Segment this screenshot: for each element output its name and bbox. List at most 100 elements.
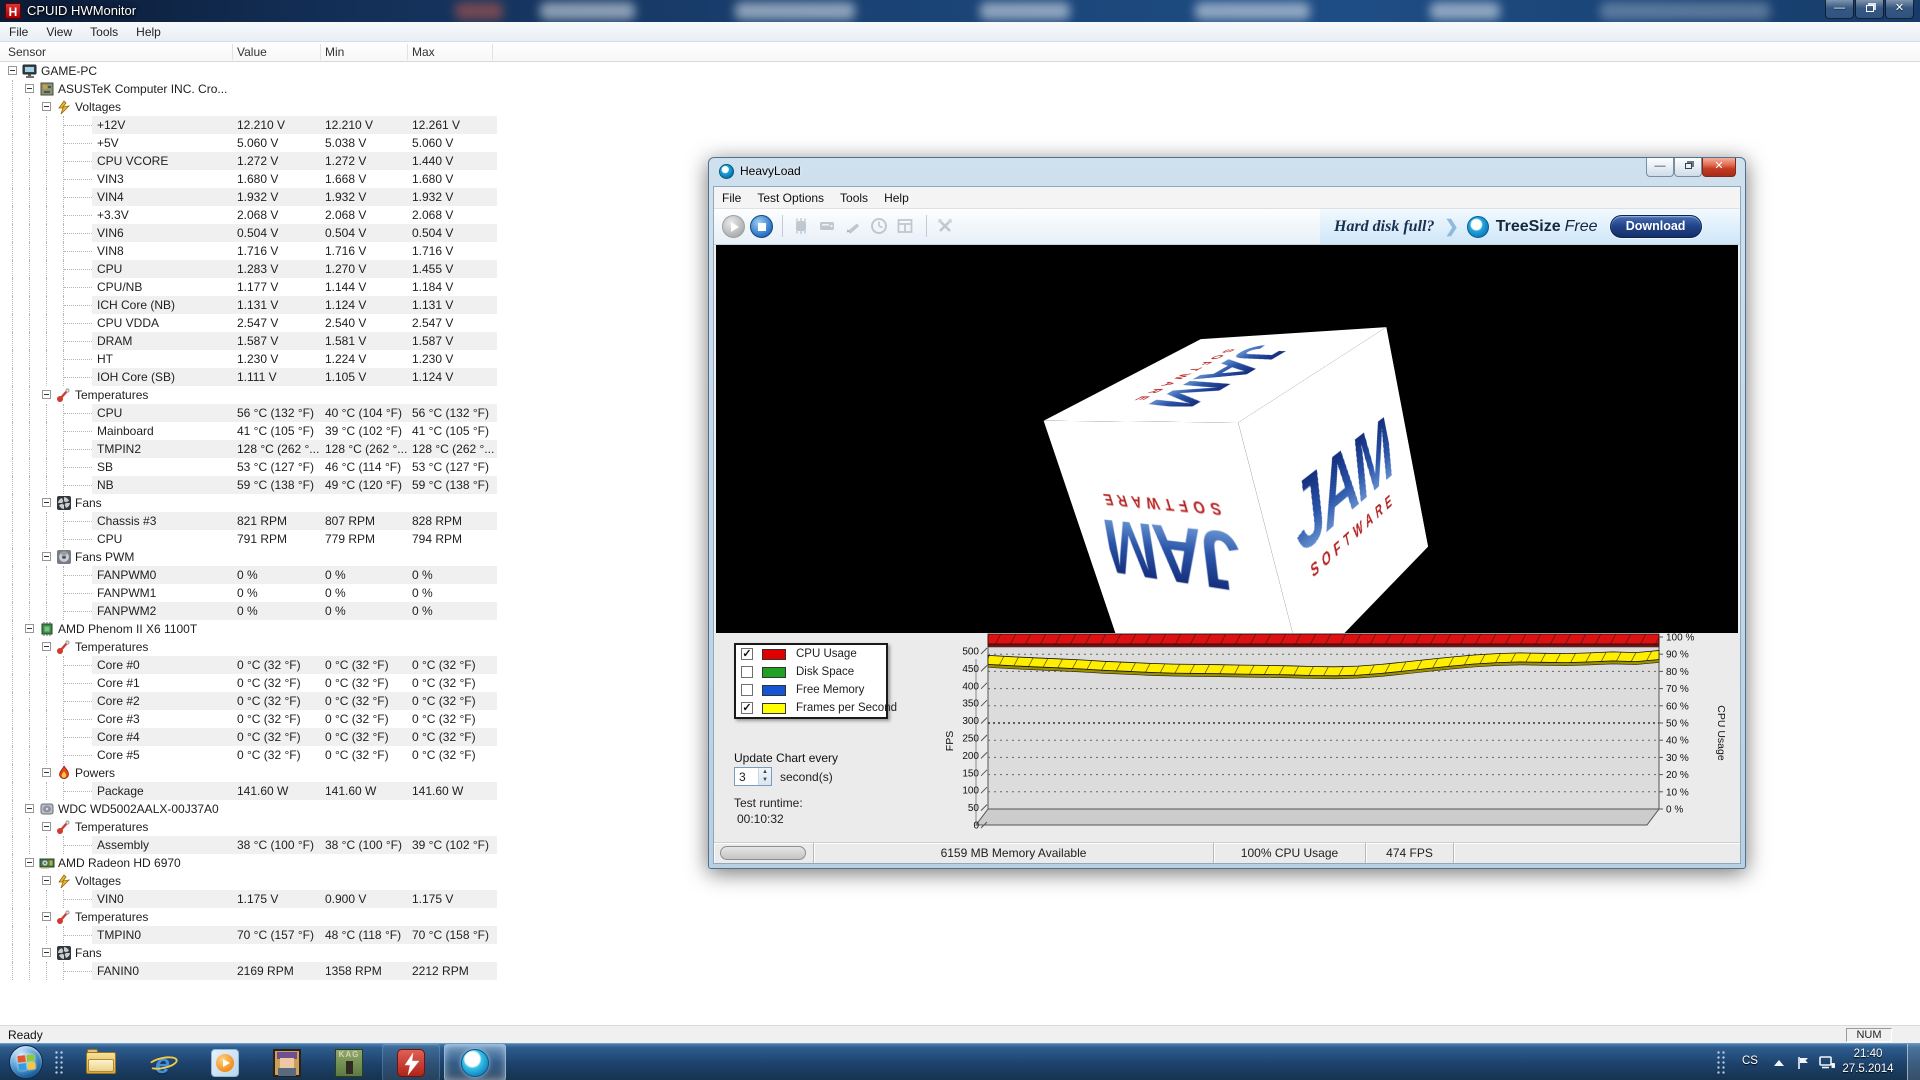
sensor-min: 0 °C (32 °F) xyxy=(325,748,411,762)
expander-minus-icon[interactable] xyxy=(42,642,51,651)
expander-minus-icon[interactable] xyxy=(42,102,51,111)
unchecked-checkbox[interactable] xyxy=(741,684,753,696)
stop-test-button[interactable] xyxy=(750,215,773,238)
write-tempfile-icon[interactable] xyxy=(844,217,862,235)
sensor-min: 0 °C (32 °F) xyxy=(325,676,411,690)
close-button[interactable]: ✕ xyxy=(1885,0,1914,19)
taskbar-explorer-button[interactable] xyxy=(72,1044,130,1080)
menu-test-options[interactable]: Test Options xyxy=(749,187,832,205)
sensor-row[interactable]: VIN01.175 V0.900 V1.175 V xyxy=(0,890,1920,908)
tree-guide xyxy=(12,170,13,188)
action-center-button[interactable] xyxy=(1796,1055,1812,1080)
group-row[interactable]: Voltages xyxy=(0,98,1920,116)
sensor-row[interactable]: +5V5.060 V5.038 V5.060 V xyxy=(0,134,1920,152)
settings-wrench-icon[interactable] xyxy=(936,217,954,235)
language-indicator[interactable]: CS xyxy=(1742,1055,1758,1080)
show-desktop-button[interactable] xyxy=(1907,1044,1920,1080)
column-separator[interactable] xyxy=(320,44,321,60)
menu-tools[interactable]: Tools xyxy=(832,187,876,205)
column-separator[interactable] xyxy=(232,44,233,60)
sensor-label: Core #3 xyxy=(97,712,140,726)
taskbar-kag-button[interactable]: KAG xyxy=(320,1044,378,1080)
temperature-icon xyxy=(56,909,72,925)
sensor-max: 0 °C (32 °F) xyxy=(412,694,498,708)
menu-help[interactable]: Help xyxy=(127,22,170,39)
taskbar-game-button[interactable] xyxy=(258,1044,316,1080)
group-row[interactable]: GAME-PC xyxy=(0,62,1920,80)
menu-file[interactable]: File xyxy=(0,22,37,39)
expander-minus-icon[interactable] xyxy=(25,624,34,633)
expander-minus-icon[interactable] xyxy=(25,858,34,867)
expander-minus-icon[interactable] xyxy=(42,552,51,561)
checked-checkbox[interactable]: ✓ xyxy=(741,648,753,660)
maximize-button[interactable] xyxy=(1674,158,1702,177)
sensor-label: Assembly xyxy=(97,838,149,852)
sensor-label: Mainboard xyxy=(97,424,154,438)
test-window-icon[interactable] xyxy=(896,217,914,235)
taskbar-hwmonitor-button[interactable] xyxy=(382,1044,440,1080)
expander-minus-icon[interactable] xyxy=(42,948,51,957)
checked-checkbox[interactable]: ✓ xyxy=(741,702,753,714)
column-separator[interactable] xyxy=(407,44,408,60)
expander-minus-icon[interactable] xyxy=(42,822,51,831)
column-separator[interactable] xyxy=(492,44,493,60)
start-test-button[interactable] xyxy=(722,215,745,238)
group-row[interactable]: Voltages xyxy=(0,872,1920,890)
menu-file[interactable]: File xyxy=(714,187,749,205)
menu-view[interactable]: View xyxy=(37,22,81,39)
sensor-max: 41 °C (105 °F) xyxy=(412,424,498,438)
expander-minus-icon[interactable] xyxy=(42,768,51,777)
taskbar-media-player-button[interactable] xyxy=(196,1044,254,1080)
column-header[interactable]: Sensor Value Min Max xyxy=(0,42,1920,62)
minimize-button[interactable]: — xyxy=(1825,0,1854,19)
sensor-min: 807 RPM xyxy=(325,514,411,528)
column-header-value[interactable]: Value xyxy=(237,45,267,59)
allocate-memory-icon[interactable] xyxy=(818,217,836,235)
tree-guide xyxy=(12,422,13,440)
taskbar-heavyload-button[interactable] xyxy=(444,1044,506,1080)
sensor-max: 828 RPM xyxy=(412,514,498,528)
tree-guide xyxy=(29,764,30,782)
group-row[interactable]: Fans xyxy=(0,944,1920,962)
group-row[interactable]: Temperatures xyxy=(0,908,1920,926)
group-row[interactable]: ASUSTeK Computer INC. Cro... xyxy=(0,80,1920,98)
tree-stub xyxy=(64,359,92,360)
hwmonitor-titlebar[interactable]: H CPUID HWMonitor — ✕ xyxy=(0,0,1920,22)
heavyload-titlebar[interactable]: HeavyLoad — ✕ xyxy=(709,158,1745,186)
column-header-sensor[interactable]: Sensor xyxy=(8,45,46,59)
sensor-max: 53 °C (127 °F) xyxy=(412,460,498,474)
menu-help[interactable]: Help xyxy=(876,187,917,205)
unchecked-checkbox[interactable] xyxy=(741,666,753,678)
sensor-value: 0 °C (32 °F) xyxy=(237,658,323,672)
column-header-max[interactable]: Max xyxy=(412,45,435,59)
show-hidden-icons-button[interactable] xyxy=(1774,1060,1784,1080)
tree-guide xyxy=(46,584,47,602)
stress-cpu-icon[interactable] xyxy=(792,217,810,235)
taskbar-internet-explorer-button[interactable]: e xyxy=(134,1044,192,1080)
menu-tools[interactable]: Tools xyxy=(81,22,127,39)
minimize-button[interactable]: — xyxy=(1646,158,1674,177)
sensor-min: 0 °C (32 °F) xyxy=(325,658,411,672)
taskbar-clock[interactable]: 21:40 27.5.2014 xyxy=(1838,1047,1898,1077)
start-button[interactable] xyxy=(9,1045,43,1079)
sensor-row[interactable]: FANIN02169 RPM1358 RPM2212 RPM xyxy=(0,962,1920,980)
restore-button[interactable] xyxy=(1855,0,1884,19)
expander-minus-icon[interactable] xyxy=(42,390,51,399)
expander-minus-icon[interactable] xyxy=(25,84,34,93)
spinner-arrows[interactable]: ▲▼ xyxy=(758,768,771,785)
duration-icon[interactable] xyxy=(870,217,888,235)
sensor-row[interactable]: TMPIN070 °C (157 °F)48 °C (118 °F)70 °C … xyxy=(0,926,1920,944)
expander-minus-icon[interactable] xyxy=(8,66,17,75)
close-button[interactable]: ✕ xyxy=(1702,158,1736,177)
sensor-row[interactable]: +12V12.210 V12.210 V12.261 V xyxy=(0,116,1920,134)
tree-guide xyxy=(29,548,30,566)
sensor-value: 0 % xyxy=(237,568,323,582)
expander-minus-icon[interactable] xyxy=(42,876,51,885)
expander-minus-icon[interactable] xyxy=(42,912,51,921)
column-header-min[interactable]: Min xyxy=(325,45,344,59)
network-button[interactable] xyxy=(1818,1055,1836,1080)
expander-minus-icon[interactable] xyxy=(42,498,51,507)
download-button[interactable]: Download xyxy=(1610,215,1702,238)
expander-minus-icon[interactable] xyxy=(25,804,34,813)
update-interval-spinner[interactable]: 3 ▲▼ xyxy=(734,767,772,786)
